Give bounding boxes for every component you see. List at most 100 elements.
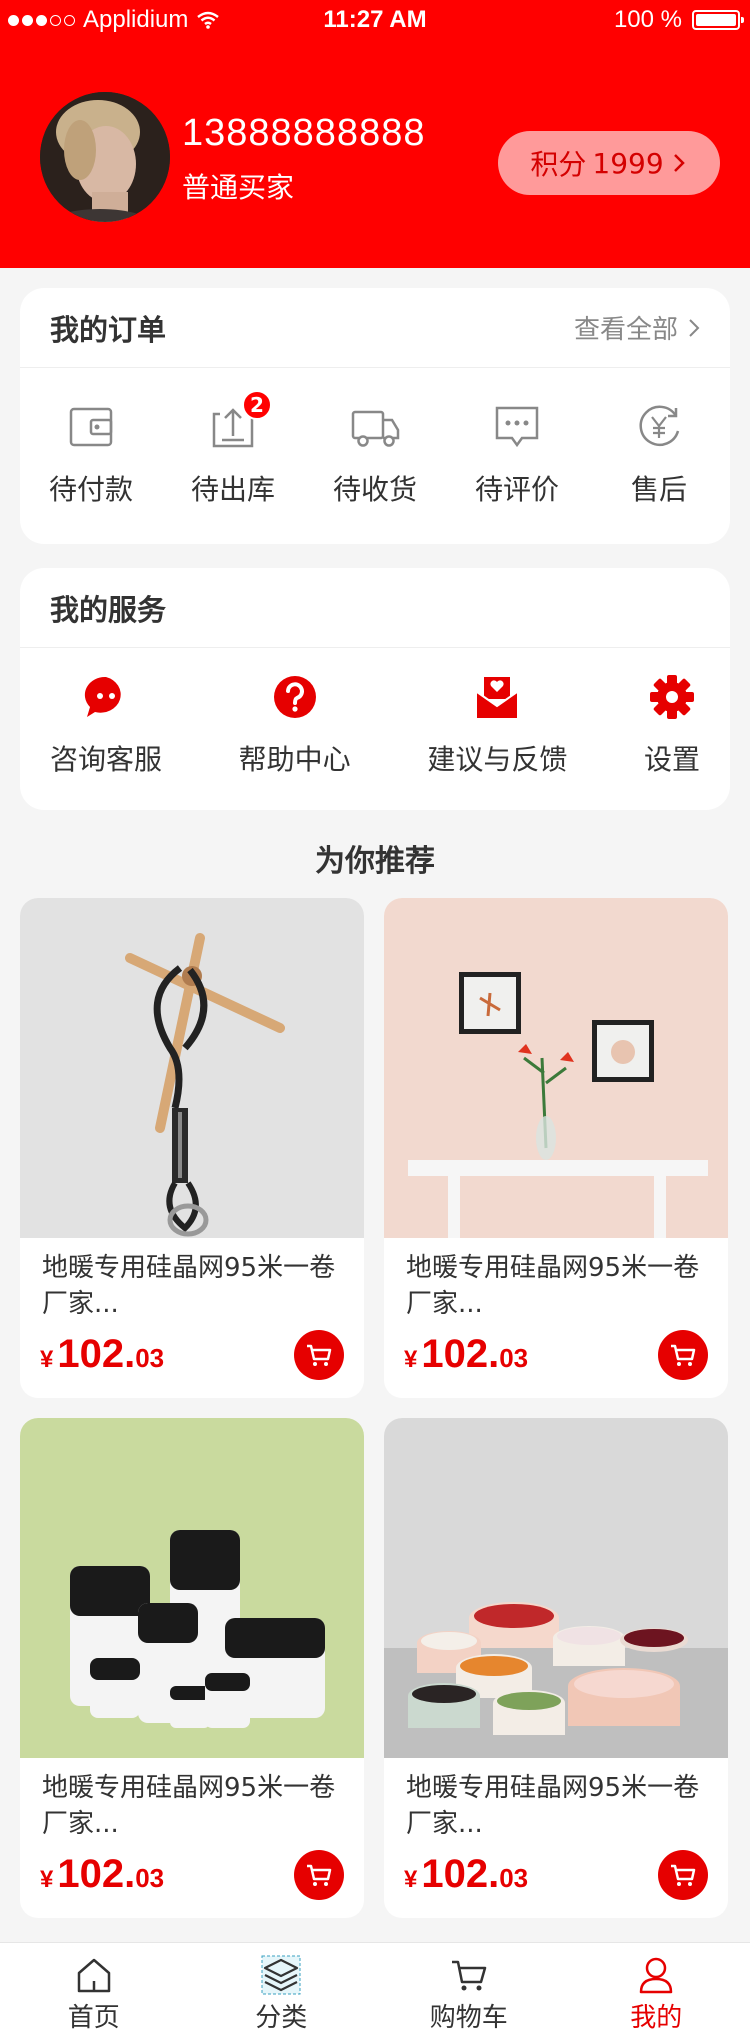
tab-home[interactable]: 首页 xyxy=(0,1943,188,2038)
points-button[interactable]: 积分 1999 xyxy=(498,131,720,195)
view-all-orders-link[interactable]: 查看全部 xyxy=(574,309,700,346)
product-image xyxy=(384,898,728,1238)
service-label: 设置 xyxy=(643,743,700,776)
order-badge: 2 xyxy=(242,390,272,420)
recommend-title: 为你推荐 xyxy=(315,844,435,879)
add-to-cart-button[interactable] xyxy=(294,1330,344,1380)
currency-symbol: ¥ xyxy=(404,1866,418,1893)
view-all-label: 查看全部 xyxy=(573,315,678,345)
services-title: 我的服务 xyxy=(50,592,167,627)
tab-cart[interactable]: 购物车 xyxy=(375,1943,563,2038)
keychain-image-icon xyxy=(20,898,364,1238)
cart-icon xyxy=(307,1344,332,1366)
product-price: ¥ 102. 03 xyxy=(404,1332,528,1377)
product-card[interactable]: 地暖专用硅晶网95米一卷厂家... ¥ 102. 03 xyxy=(20,1418,364,1918)
service-settings[interactable]: 设置 xyxy=(644,674,700,778)
service-customer-support[interactable]: 咨询客服 xyxy=(50,674,162,778)
tab-mine[interactable]: 我的 xyxy=(563,1943,750,2038)
service-label: 帮助中心 xyxy=(238,743,351,776)
points-label: 积分 xyxy=(530,148,587,181)
user-phone: 13888888888 xyxy=(182,112,426,154)
home-icon xyxy=(77,1958,110,1993)
product-name: 地暖专用硅晶网95米一卷厂家... xyxy=(406,1773,700,1839)
cart-icon xyxy=(671,1864,696,1886)
order-item-label: 售后 xyxy=(630,473,687,506)
points-value: 1999 xyxy=(592,146,664,180)
tab-label: 我的 xyxy=(630,2003,683,2033)
price-integer: 102. xyxy=(57,1852,136,1896)
order-item-label: 待评价 xyxy=(474,473,559,506)
cart-icon xyxy=(671,1344,696,1366)
status-bar: Applidium 11:27 AM 100 % xyxy=(0,0,750,40)
price-integer: 102. xyxy=(57,1332,136,1376)
product-price: ¥ 102. 03 xyxy=(40,1852,164,1897)
order-pending-receipt[interactable]: 待收货 xyxy=(304,400,446,508)
service-help-center[interactable]: 帮助中心 xyxy=(239,674,351,778)
order-pending-review[interactable]: 待评价 xyxy=(446,400,588,508)
avatar[interactable] xyxy=(40,92,170,222)
product-card[interactable]: 地暖专用硅晶网95米一卷厂家... ¥ 102. 03 xyxy=(20,898,364,1398)
currency-symbol: ¥ xyxy=(40,1346,54,1373)
product-price: ¥ 102. 03 xyxy=(404,1852,528,1897)
tab-label: 首页 xyxy=(67,2003,120,2033)
orders-title: 我的订单 xyxy=(50,312,167,347)
cart-icon xyxy=(307,1864,332,1886)
currency-symbol: ¥ xyxy=(40,1866,54,1893)
add-to-cart-button[interactable] xyxy=(294,1850,344,1900)
product-price: ¥ 102. 03 xyxy=(40,1332,164,1377)
service-label: 咨询客服 xyxy=(50,743,163,776)
question-icon xyxy=(273,676,316,718)
wall-frames-image-icon xyxy=(384,898,728,1238)
bottom-tab-bar: 首页 分类 购物车 我的 xyxy=(0,1942,750,2038)
chevron-right-icon xyxy=(673,154,685,172)
tab-label: 购物车 xyxy=(429,2003,508,2033)
price-decimal: 03 xyxy=(499,1863,529,1893)
price-integer: 102. xyxy=(421,1852,500,1896)
battery-percent: 100 % xyxy=(613,6,682,33)
tab-category[interactable]: 分类 xyxy=(188,1943,376,2038)
truck-icon xyxy=(351,410,400,447)
wallet-icon xyxy=(69,407,113,447)
jars-image-icon xyxy=(20,1418,364,1758)
services-row: 咨询客服 帮助中心 建议与反馈 设置 xyxy=(20,648,730,810)
bowls-image-icon xyxy=(384,1418,728,1758)
service-label: 建议与反馈 xyxy=(427,743,568,776)
cart-icon xyxy=(451,1960,486,1991)
user-level: 普通买家 xyxy=(182,171,295,204)
product-name: 地暖专用硅晶网95米一卷厂家... xyxy=(406,1253,700,1319)
add-to-cart-button[interactable] xyxy=(658,1850,708,1900)
orders-card: 我的订单 查看全部 待付款 2 待出库 待收货 待评价 售后 xyxy=(20,288,730,544)
order-after-sales[interactable]: 售后 xyxy=(588,400,730,508)
chevron-right-icon xyxy=(689,318,700,337)
price-decimal: 03 xyxy=(135,1863,165,1893)
yen-refresh-icon xyxy=(639,405,680,447)
comment-icon xyxy=(495,406,539,448)
product-name: 地暖专用硅晶网95米一卷厂家... xyxy=(42,1253,336,1319)
status-right: 100 % xyxy=(613,6,744,34)
add-to-cart-button[interactable] xyxy=(658,1330,708,1380)
envelope-heart-icon xyxy=(476,677,518,718)
order-pending-shipment[interactable]: 2 待出库 xyxy=(162,390,304,508)
services-header: 我的服务 xyxy=(20,568,730,648)
product-image xyxy=(20,1418,364,1758)
product-image xyxy=(384,1418,728,1758)
orders-header: 我的订单 查看全部 xyxy=(20,288,730,368)
product-card[interactable]: 地暖专用硅晶网95米一卷厂家... ¥ 102. 03 xyxy=(384,1418,728,1918)
order-pending-payment[interactable]: 待付款 xyxy=(20,400,162,508)
battery-icon xyxy=(692,10,744,30)
services-card: 我的服务 咨询客服 帮助中心 建议与反馈 设置 xyxy=(20,568,730,810)
currency-symbol: ¥ xyxy=(404,1346,418,1373)
order-status-row: 待付款 2 待出库 待收货 待评价 售后 xyxy=(20,368,730,544)
product-card[interactable]: 地暖专用硅晶网95米一卷厂家... ¥ 102. 03 xyxy=(384,898,728,1398)
avatar-portrait-icon xyxy=(40,92,170,222)
product-image xyxy=(20,898,364,1238)
service-feedback[interactable]: 建议与反馈 xyxy=(427,674,567,778)
user-icon xyxy=(640,1957,673,1994)
layers-icon xyxy=(261,1955,301,1995)
tab-label: 分类 xyxy=(255,2003,308,2033)
chat-bubble-icon xyxy=(84,676,121,717)
price-integer: 102. xyxy=(421,1332,500,1376)
order-item-label: 待收货 xyxy=(332,473,417,506)
gear-icon xyxy=(649,675,694,719)
price-decimal: 03 xyxy=(499,1343,529,1373)
